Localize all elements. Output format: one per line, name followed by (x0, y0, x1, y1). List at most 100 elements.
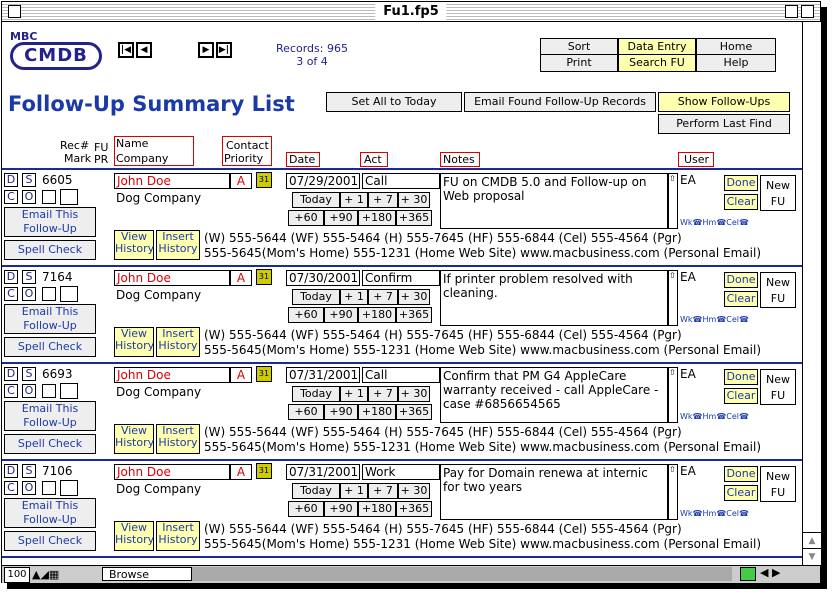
user-field[interactable]: EA (680, 173, 696, 187)
delete-button[interactable]: D (4, 173, 18, 187)
close-box-icon[interactable] (8, 5, 21, 18)
new-fu-button[interactable]: New FU (760, 369, 796, 405)
spell-check-button[interactable]: Spell Check (4, 240, 96, 260)
plus7-button[interactable]: + 7 (368, 289, 398, 305)
plus60-button[interactable]: +60 (288, 210, 324, 226)
company-field[interactable]: Dog Company (116, 191, 201, 205)
name-field[interactable]: John Doe (114, 464, 230, 480)
new-fu-button[interactable]: New FU (760, 175, 796, 211)
user-field[interactable]: EA (680, 464, 696, 478)
phone-icons[interactable]: Wk☎Hm☎Cel☎ (680, 218, 749, 227)
date-field[interactable]: 07/31/2001 (286, 367, 360, 383)
show-followups-button[interactable]: Show Follow-Ups (658, 92, 790, 112)
delete-button[interactable]: D (4, 464, 18, 478)
email-found-button[interactable]: Email Found Follow-Up Records (464, 92, 656, 112)
date-field[interactable]: 07/30/2001 (286, 270, 360, 286)
priority-field[interactable]: A (230, 464, 252, 480)
view-history-button[interactable]: View History (114, 327, 154, 357)
plus7-button[interactable]: + 7 (368, 386, 398, 402)
spell-check-button[interactable]: Spell Check (4, 337, 96, 357)
spell-check-button[interactable]: Spell Check (4, 434, 96, 454)
plus90-button[interactable]: +90 (324, 404, 358, 420)
open-button[interactable]: O (22, 190, 36, 204)
user-field[interactable]: EA (680, 367, 696, 381)
plus30-button[interactable]: + 30 (398, 386, 430, 402)
mark-checkbox[interactable] (42, 190, 56, 204)
plus90-button[interactable]: +90 (324, 501, 358, 517)
email-followup-button[interactable]: Email This Follow-Up (4, 498, 96, 528)
spell-check-button[interactable]: Spell Check (4, 531, 96, 551)
search-fu-button[interactable]: Search FU (618, 54, 696, 72)
mark-checkbox[interactable] (42, 287, 56, 301)
open-button[interactable]: O (22, 481, 36, 495)
scroll-up-icon[interactable]: ▲ (803, 532, 821, 549)
company-field[interactable]: Dog Company (116, 482, 201, 496)
notes-field[interactable]: Pay for Domain renewa at internic for tw… (440, 464, 668, 520)
notes-scroll-icon[interactable]: ⇧ (668, 270, 678, 326)
company-field[interactable]: Dog Company (116, 385, 201, 399)
email-followup-button[interactable]: Email This Follow-Up (4, 401, 96, 431)
plus1-button[interactable]: + 1 (340, 192, 368, 208)
plus30-button[interactable]: + 30 (398, 192, 430, 208)
clear-button[interactable]: Clear (724, 194, 758, 210)
done-button[interactable]: Done (724, 369, 758, 385)
zoom-controls-icon[interactable]: ▲◢▦ (32, 568, 59, 581)
act-field[interactable]: Work (362, 464, 440, 480)
copy-button[interactable]: C (4, 287, 18, 301)
insert-history-button[interactable]: Insert History (156, 230, 200, 260)
plus7-button[interactable]: + 7 (368, 483, 398, 499)
done-button[interactable]: Done (724, 272, 758, 288)
open-button[interactable]: O (22, 287, 36, 301)
clear-button[interactable]: Clear (724, 388, 758, 404)
title-bar[interactable]: Fu1.fp5 (2, 2, 820, 22)
fu-checkbox[interactable] (60, 286, 78, 302)
today-button[interactable]: Today (292, 386, 340, 402)
name-field[interactable]: John Doe (114, 173, 230, 189)
clear-button[interactable]: Clear (724, 485, 758, 501)
email-followup-button[interactable]: Email This Follow-Up (4, 304, 96, 334)
plus365-button[interactable]: +365 (396, 404, 432, 420)
priority-field[interactable]: A (230, 270, 252, 286)
done-button[interactable]: Done (724, 466, 758, 482)
notes-scroll-icon[interactable]: ⇧ (668, 464, 678, 520)
horizontal-scrollbar[interactable] (192, 567, 732, 581)
notes-scroll-icon[interactable]: ⇧ (668, 367, 678, 423)
clear-button[interactable]: Clear (724, 291, 758, 307)
fu-checkbox[interactable] (60, 189, 78, 205)
plus365-button[interactable]: +365 (396, 501, 432, 517)
collapse-box-icon[interactable] (801, 5, 814, 18)
view-history-button[interactable]: View History (114, 521, 154, 551)
plus30-button[interactable]: + 30 (398, 483, 430, 499)
last-record-button[interactable]: ▶| (216, 42, 232, 58)
today-button[interactable]: Today (292, 483, 340, 499)
plus365-button[interactable]: +365 (396, 307, 432, 323)
notes-scroll-icon[interactable]: ⇧ (668, 173, 678, 229)
today-button[interactable]: Today (292, 192, 340, 208)
scroll-thumb[interactable] (740, 567, 756, 581)
new-fu-button[interactable]: New FU (760, 272, 796, 308)
set-all-today-button[interactable]: Set All to Today (326, 92, 462, 112)
calendar-icon[interactable]: 31 (256, 366, 272, 382)
insert-history-button[interactable]: Insert History (156, 424, 200, 454)
select-button[interactable]: S (22, 173, 36, 187)
act-field[interactable]: Call (362, 367, 440, 383)
plus180-button[interactable]: +180 (358, 404, 396, 420)
notes-field[interactable]: If printer problem resolved with cleanin… (440, 270, 668, 326)
plus180-button[interactable]: +180 (358, 307, 396, 323)
plus180-button[interactable]: +180 (358, 210, 396, 226)
plus180-button[interactable]: +180 (358, 501, 396, 517)
vertical-scrollbar[interactable]: ▲ ▼ (802, 22, 821, 565)
today-button[interactable]: Today (292, 289, 340, 305)
notes-field[interactable]: FU on CMDB 5.0 and Follow-up on Web prop… (440, 173, 668, 229)
plus60-button[interactable]: +60 (288, 501, 324, 517)
delete-button[interactable]: D (4, 367, 18, 381)
priority-field[interactable]: A (230, 173, 252, 189)
name-field[interactable]: John Doe (114, 367, 230, 383)
copy-button[interactable]: C (4, 481, 18, 495)
mode-selector[interactable]: Browse (102, 567, 192, 581)
prev-record-button[interactable]: ◀ (136, 42, 152, 58)
view-history-button[interactable]: View History (114, 230, 154, 260)
plus1-button[interactable]: + 1 (340, 483, 368, 499)
plus365-button[interactable]: +365 (396, 210, 432, 226)
phone-icons[interactable]: Wk☎Hm☎Cel☎ (680, 509, 749, 518)
